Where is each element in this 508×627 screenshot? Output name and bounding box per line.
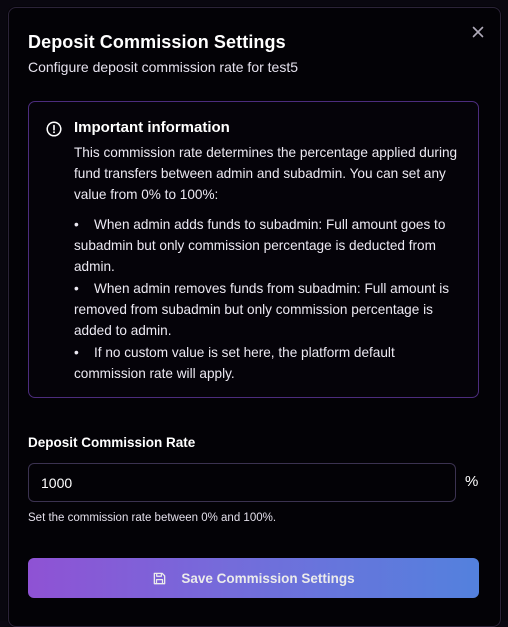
- dialog-title: Deposit Commission Settings: [28, 32, 286, 53]
- list-item: •If no custom value is set here, the pla…: [74, 342, 469, 384]
- save-icon: [152, 571, 167, 586]
- info-intro: This commission rate determines the perc…: [74, 142, 469, 205]
- percent-unit: %: [465, 473, 478, 490]
- info-body: This commission rate determines the perc…: [74, 142, 469, 385]
- close-icon: [470, 24, 486, 40]
- bullet-text: If no custom value is set here, the plat…: [74, 345, 395, 381]
- bullet-dot: •: [74, 342, 94, 363]
- info-bullet-list: •When admin adds funds to subadmin: Full…: [74, 214, 469, 384]
- commission-rate-hint: Set the commission rate between 0% and 1…: [28, 512, 276, 524]
- bullet-dot: •: [74, 214, 94, 235]
- important-information-box: Important information This commission ra…: [28, 101, 479, 398]
- list-item: •When admin adds funds to subadmin: Full…: [74, 214, 469, 277]
- info-title: Important information: [74, 119, 230, 136]
- bullet-text: When admin removes funds from subadmin: …: [74, 281, 449, 338]
- deposit-commission-dialog: Deposit Commission Settings Configure de…: [8, 7, 501, 627]
- close-button[interactable]: [470, 24, 486, 40]
- dialog-subtitle: Configure deposit commission rate for te…: [28, 59, 298, 75]
- alert-circle-icon: [46, 121, 62, 137]
- commission-rate-input[interactable]: [28, 463, 456, 502]
- bullet-dot: •: [74, 278, 94, 299]
- save-button-label: Save Commission Settings: [181, 571, 354, 586]
- list-item: •When admin removes funds from subadmin:…: [74, 278, 469, 341]
- save-commission-button[interactable]: Save Commission Settings: [28, 558, 479, 598]
- bullet-text: When admin adds funds to subadmin: Full …: [74, 217, 445, 274]
- commission-rate-label: Deposit Commission Rate: [28, 435, 195, 450]
